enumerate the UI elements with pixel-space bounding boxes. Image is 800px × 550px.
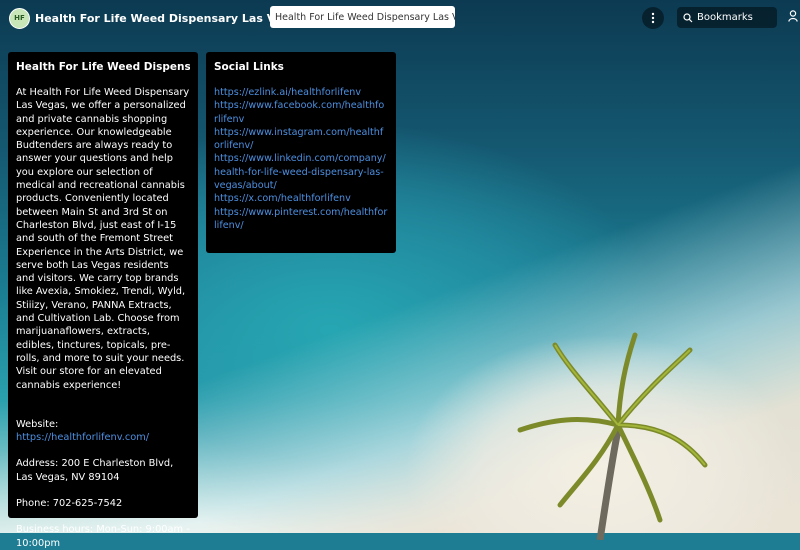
website-row: Website: https://healthforlifenv.com/	[16, 418, 190, 445]
social-link-linkedin[interactable]: https://www.linkedin.com/company/health-…	[214, 152, 388, 192]
more-vertical-icon[interactable]	[642, 7, 664, 29]
top-bar: HF Health For Life Weed Dispensary Las V…	[0, 0, 800, 34]
phone-value: 702-625-7542	[52, 498, 123, 510]
website-label: Website:	[16, 418, 59, 430]
phone-label: Phone:	[16, 498, 50, 510]
social-links-title: Social Links	[214, 61, 284, 73]
social-links-card: Social Links https://ezlink.ai/healthfor…	[206, 52, 396, 253]
social-link-instagram[interactable]: https://www.instagram.com/healthforlifen…	[214, 126, 388, 153]
address-label: Address:	[16, 458, 59, 470]
bookmarks-label: Bookmarks	[697, 12, 753, 23]
site-title: Health For Life Weed Dispensary Las Vega…	[35, 11, 304, 25]
business-info-title: Health For Life Weed Dispensary Las Vega…	[16, 61, 190, 73]
social-link-facebook[interactable]: https://www.facebook.com/healthforlifenv	[214, 99, 388, 126]
social-link-pinterest[interactable]: https://www.pinterest.com/healthforlifen…	[214, 206, 388, 233]
phone-row: Phone: 702-625-7542	[16, 497, 190, 510]
address-row: Address: 200 E Charleston Blvd, Las Vega…	[16, 457, 190, 484]
social-link-ezlink[interactable]: https://ezlink.ai/healthforlifenv	[214, 86, 388, 99]
site-logo: HF	[9, 7, 30, 29]
hours-label: Business hours:	[16, 524, 94, 536]
website-link[interactable]: https://healthforlifenv.com/	[16, 432, 149, 443]
palm-tree-image	[517, 332, 708, 540]
business-description: At Health For Life Weed Dispensary Las V…	[16, 87, 190, 391]
search-icon	[683, 12, 693, 22]
user-icon[interactable]	[788, 10, 798, 22]
page-title-field[interactable]: Health For Life Weed Dispensary Las Vega…	[270, 6, 455, 28]
bookmarks-search[interactable]: Bookmarks	[677, 7, 777, 28]
hours-row: Business hours: Mon-Sun: 9:00am - 10:00p…	[16, 523, 190, 550]
social-link-x[interactable]: https://x.com/healthforlifenv	[214, 192, 388, 205]
business-info-card: Health For Life Weed Dispensary Las Vega…	[8, 52, 198, 549]
